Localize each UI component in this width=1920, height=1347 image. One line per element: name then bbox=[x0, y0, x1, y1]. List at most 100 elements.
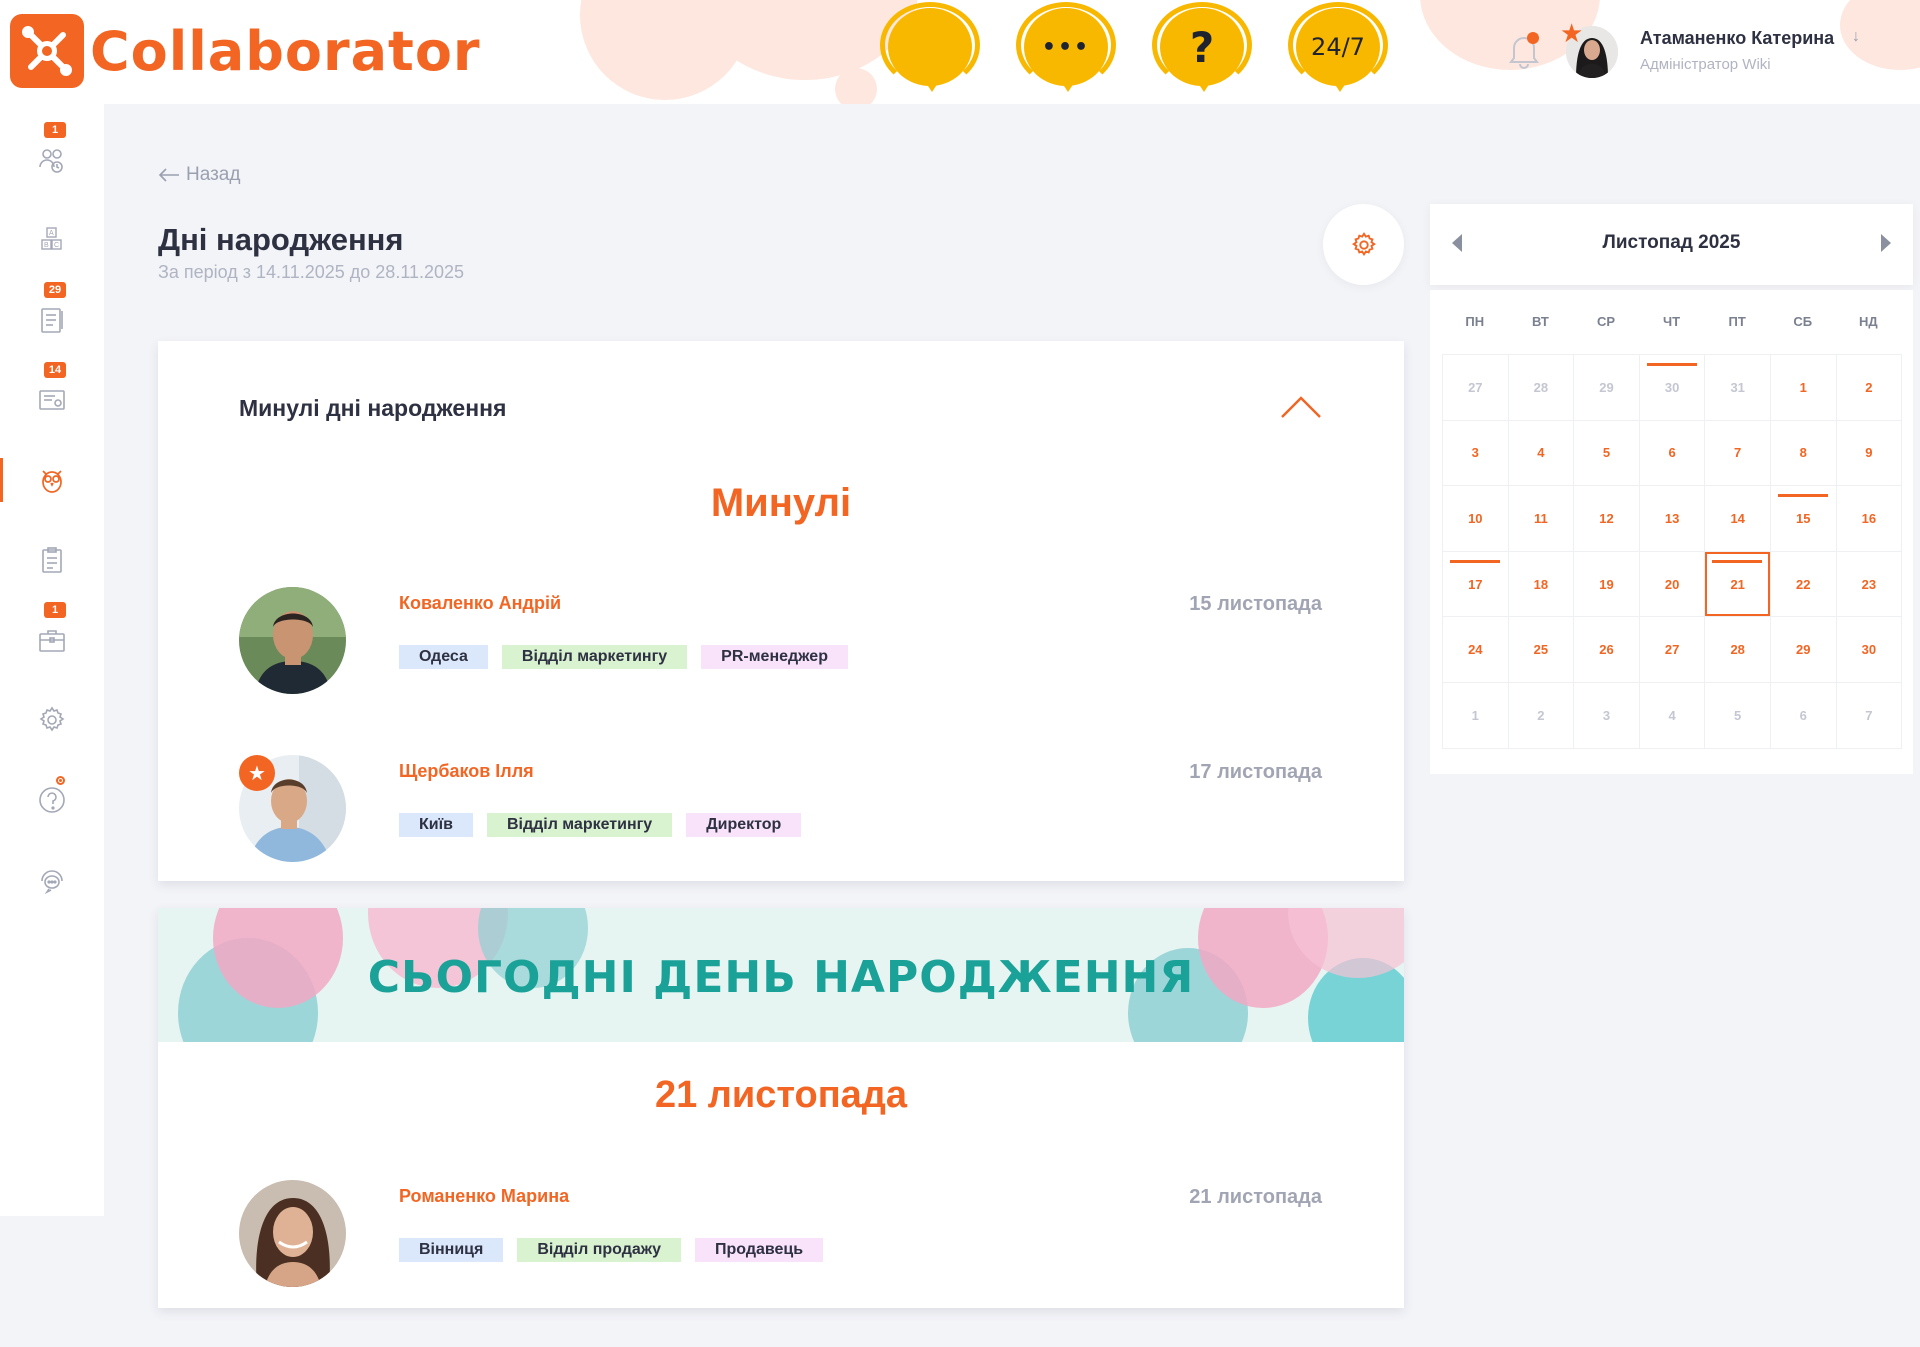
support-247-label: 24/7 bbox=[1311, 33, 1365, 61]
support-faq-icon[interactable]: ? bbox=[1150, 2, 1254, 98]
calendar-day[interactable]: 22 bbox=[1770, 551, 1837, 618]
sidebar-item-birthdays[interactable] bbox=[0, 450, 104, 510]
sidebar-item-settings[interactable] bbox=[0, 690, 104, 750]
section-header: Минулі дні народження bbox=[239, 395, 507, 421]
calendar-day[interactable]: 4 bbox=[1508, 420, 1575, 487]
calendar-day[interactable]: 28 bbox=[1508, 355, 1575, 421]
calendar-day[interactable]: 19 bbox=[1574, 551, 1640, 618]
calendar-day[interactable]: 6 bbox=[1639, 420, 1706, 487]
sidebar-item-knowledge[interactable]: ABC bbox=[0, 210, 104, 270]
calendar-month: Листопад 2025 bbox=[1602, 232, 1741, 253]
person-name[interactable]: Щербаков Ілля bbox=[399, 761, 534, 782]
calendar-day[interactable]: 18 bbox=[1508, 551, 1575, 618]
calendar-day[interactable]: 7 bbox=[1836, 682, 1903, 749]
gear-icon bbox=[1351, 231, 1376, 256]
past-birthdays-card: Минулі дні народження Минулі Коваленко А… bbox=[158, 341, 1404, 881]
calendar-day[interactable]: 17 bbox=[1443, 551, 1509, 618]
calendar-day[interactable]: 12 bbox=[1574, 486, 1640, 552]
notification-badge: 14 bbox=[44, 362, 66, 378]
clipboard-icon bbox=[42, 547, 62, 573]
calendar-day[interactable]: 27 bbox=[1443, 355, 1509, 421]
calendar-day[interactable]: 23 bbox=[1836, 551, 1903, 618]
department-tag: Відділ маркетингу bbox=[501, 645, 688, 669]
calendar-day[interactable]: 7 bbox=[1705, 420, 1771, 487]
person-name[interactable]: Коваленко Андрій bbox=[399, 593, 561, 614]
calendar-day[interactable]: 1 bbox=[1443, 682, 1509, 749]
avatar bbox=[239, 587, 346, 694]
support-messenger-icon[interactable]: ••• bbox=[1014, 2, 1118, 98]
notification-bell-icon[interactable] bbox=[1506, 30, 1542, 70]
calendar-day[interactable]: 25 bbox=[1508, 617, 1575, 683]
calendar-day[interactable]: 2 bbox=[1836, 355, 1903, 421]
calendar-day[interactable]: 26 bbox=[1574, 617, 1640, 683]
today-date-title: 21 листопада bbox=[654, 1074, 908, 1116]
calendar-day[interactable]: 15 bbox=[1770, 486, 1837, 552]
calendar-day[interactable]: 31 bbox=[1705, 355, 1771, 421]
calendar-day[interactable]: 28 bbox=[1705, 617, 1771, 683]
calendar-day[interactable]: 3 bbox=[1443, 420, 1509, 487]
today-birthdays-card: СЬОГОДНІ ДЕНЬ НАРОДЖЕННЯ 21 листопада Ро… bbox=[158, 908, 1404, 1308]
sidebar-item-tasks[interactable] bbox=[0, 530, 104, 590]
star-icon: ★ bbox=[1560, 18, 1584, 48]
sidebar-item-vacancies[interactable]: 1 bbox=[0, 602, 104, 670]
calendar-day[interactable]: 14 bbox=[1705, 486, 1771, 552]
notebook-icon bbox=[41, 308, 63, 333]
sidebar-item-support[interactable] bbox=[0, 850, 104, 910]
calendar-day[interactable]: 3 bbox=[1574, 682, 1640, 749]
chevron-up-icon[interactable] bbox=[1280, 395, 1322, 419]
collaborator-logo[interactable]: Collaborator bbox=[10, 14, 481, 88]
calendar-day[interactable]: 20 bbox=[1639, 551, 1706, 618]
person-name[interactable]: Романенко Марина bbox=[399, 1186, 569, 1207]
calendar-day[interactable]: 29 bbox=[1574, 355, 1640, 421]
decor-blob bbox=[835, 68, 877, 104]
gear-icon bbox=[39, 706, 65, 732]
calendar-day[interactable]: 1 bbox=[1770, 355, 1837, 421]
calendar-day[interactable]: 5 bbox=[1574, 420, 1640, 487]
calendar-day[interactable]: 4 bbox=[1639, 682, 1706, 749]
calendar-day[interactable]: 9 bbox=[1836, 420, 1903, 487]
weekday-label: СР bbox=[1596, 314, 1616, 329]
calendar-day[interactable]: 29 bbox=[1770, 617, 1837, 683]
notification-badge: 1 bbox=[44, 122, 66, 138]
sidebar-item-notebook[interactable]: 29 bbox=[0, 282, 104, 350]
calendar-day[interactable]: 13 bbox=[1639, 486, 1706, 552]
sidebar-item-users[interactable]: 1 bbox=[0, 122, 104, 190]
calendar-day[interactable]: 8 bbox=[1770, 420, 1837, 487]
chevron-down-icon[interactable]: ↓ bbox=[1852, 28, 1860, 46]
svg-text:A: A bbox=[49, 230, 54, 237]
list-item[interactable]: Романенко Марина 21 листопада Вінниця Ві… bbox=[239, 1180, 1322, 1290]
calendar-day[interactable]: 16 bbox=[1836, 486, 1903, 552]
calendar-day[interactable]: 21 bbox=[1705, 551, 1771, 618]
next-month-icon[interactable] bbox=[1881, 234, 1891, 252]
support-chat-icon[interactable] bbox=[878, 2, 982, 98]
calendar-day[interactable]: 5 bbox=[1705, 682, 1771, 749]
briefcase-icon bbox=[39, 630, 65, 652]
period-subtitle: За період з 14.11.2025 до 28.11.2025 bbox=[158, 262, 465, 282]
back-link[interactable]: Назад bbox=[158, 164, 240, 186]
list-item[interactable]: ★ Щербаков Ілля 17 листопада Київ Відділ… bbox=[239, 755, 1322, 865]
support-24-7-icon[interactable]: 24/7 bbox=[1286, 2, 1390, 98]
calendar-day[interactable]: 24 bbox=[1443, 617, 1509, 683]
calendar-day[interactable]: 2 bbox=[1508, 682, 1575, 749]
owl-icon bbox=[42, 470, 62, 493]
calendar-day[interactable]: 27 bbox=[1639, 617, 1706, 683]
sidebar-item-help[interactable] bbox=[0, 770, 104, 830]
page-title: Дні народження bbox=[158, 222, 404, 257]
city-tag: Вінниця bbox=[399, 1238, 504, 1262]
settings-button[interactable] bbox=[1323, 204, 1404, 285]
user-name[interactable]: Атаманенко Катерина bbox=[1640, 28, 1834, 49]
users-icon bbox=[39, 149, 63, 173]
banner-title: СЬОГОДНІ ДЕНЬ НАРОДЖЕННЯ bbox=[367, 952, 1195, 1003]
calendar-day[interactable]: 11 bbox=[1508, 486, 1575, 552]
back-label: Назад bbox=[186, 164, 241, 185]
sidebar-item-certificates[interactable]: 14 bbox=[0, 362, 104, 430]
calendar-day[interactable]: 10 bbox=[1443, 486, 1509, 552]
calendar-day[interactable]: 30 bbox=[1836, 617, 1903, 683]
weekday-label: ЧТ bbox=[1663, 314, 1681, 329]
city-tag: Одеса bbox=[399, 645, 488, 669]
list-item[interactable]: Коваленко Андрій 15 листопада Одеса Відд… bbox=[239, 587, 1322, 697]
calendar-header: Листопад 2025 bbox=[1430, 204, 1913, 285]
calendar-day[interactable]: 30 bbox=[1639, 355, 1706, 421]
weekday-label: НД bbox=[1859, 314, 1878, 329]
calendar-day[interactable]: 6 bbox=[1770, 682, 1837, 749]
